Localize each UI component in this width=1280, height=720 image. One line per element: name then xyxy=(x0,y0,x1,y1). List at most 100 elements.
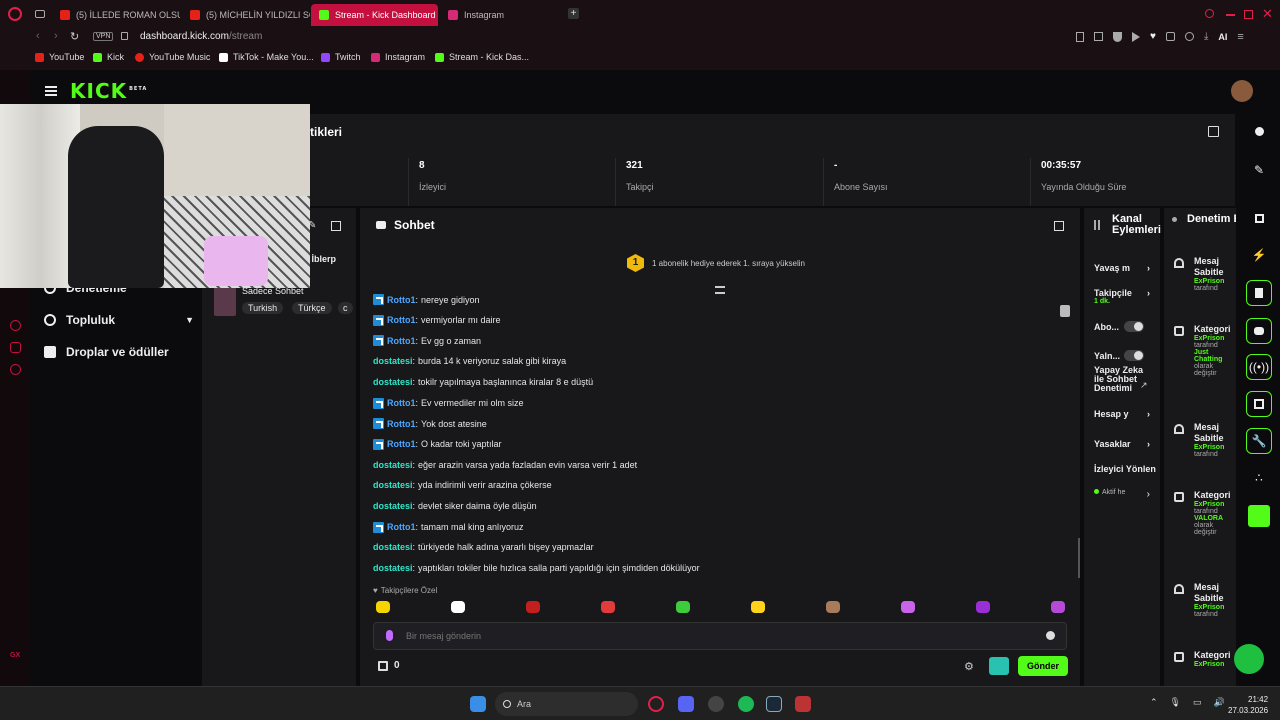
new-tab-button[interactable]: + xyxy=(568,8,579,19)
bookmark-kick[interactable]: Kick xyxy=(93,52,124,62)
document-icon[interactable] xyxy=(1246,280,1272,306)
chat-icon[interactable] xyxy=(1246,318,1272,344)
chat-username[interactable]: Rotto1 xyxy=(387,419,416,429)
ai-button[interactable]: AI xyxy=(1218,32,1227,42)
minimize-button[interactable] xyxy=(1226,14,1235,16)
slow-mode-item[interactable]: Yavaş m › xyxy=(1094,263,1150,273)
subscribers-only-toggle[interactable] xyxy=(1124,321,1144,332)
bookmark-kick-dashboard[interactable]: Stream - Kick Das... xyxy=(435,52,529,62)
pencil-icon[interactable]: ✎ xyxy=(1246,157,1272,183)
bans-item[interactable]: Yasaklar › xyxy=(1094,439,1150,449)
bookmark-youtube[interactable]: YouTube xyxy=(35,52,84,62)
url-field[interactable]: dashboard.kick.com/stream xyxy=(140,31,262,42)
emote-button[interactable] xyxy=(976,601,990,613)
avatar[interactable] xyxy=(1231,80,1253,102)
gear-icon[interactable]: ⚙ xyxy=(964,660,974,673)
opera-gx-taskbar-icon[interactable] xyxy=(648,696,664,712)
sidebar-app-icon[interactable] xyxy=(10,364,21,375)
screen-icon[interactable] xyxy=(1246,205,1272,231)
popout-icon[interactable] xyxy=(1054,221,1064,231)
emote-button[interactable] xyxy=(526,601,540,613)
support-button[interactable] xyxy=(1234,644,1264,674)
bookmark-twitch[interactable]: Twitch xyxy=(321,52,361,62)
stream-tag[interactable]: Turkish xyxy=(242,302,284,314)
tab-instagram[interactable]: Instagram xyxy=(440,4,568,26)
forward-icon[interactable]: › xyxy=(54,30,58,42)
external-link-icon[interactable]: ↗ xyxy=(1140,380,1148,391)
chat-username[interactable]: dostatesi xyxy=(373,480,413,490)
tab-manager-icon[interactable] xyxy=(35,10,45,18)
hamburger-menu-icon[interactable] xyxy=(45,86,57,96)
kick-bot-icon[interactable] xyxy=(989,657,1009,675)
steam-taskbar-icon[interactable] xyxy=(766,696,782,712)
popout-icon[interactable] xyxy=(1208,126,1219,137)
download-icon[interactable]: ⤓ xyxy=(1204,32,1208,42)
app-icon[interactable] xyxy=(1246,503,1272,529)
chat-username[interactable]: Rotto1 xyxy=(387,398,416,408)
info-icon[interactable] xyxy=(1246,118,1272,144)
share-icon[interactable]: ∴ xyxy=(1246,465,1272,491)
menu-icon[interactable]: ≡ xyxy=(1237,32,1243,43)
chat-username[interactable]: dostatesi xyxy=(373,501,413,511)
snapshot-icon[interactable] xyxy=(1094,32,1103,41)
nav-item-community[interactable]: Topluluk ▼ xyxy=(44,313,194,327)
chat-username[interactable]: dostatesi xyxy=(373,356,413,366)
emote-button[interactable] xyxy=(751,601,765,613)
kick-logo[interactable]: KICK BETA xyxy=(70,79,147,103)
chat-username[interactable]: dostatesi xyxy=(373,542,413,552)
chat-message-field[interactable] xyxy=(406,628,1006,644)
chat-username[interactable]: dostatesi xyxy=(373,563,413,573)
followers-only-item[interactable]: Takipçile › 1 dk. xyxy=(1094,288,1150,305)
emote-only-toggle[interactable] xyxy=(1124,350,1144,361)
clock[interactable]: 21:42 27.03.2026 xyxy=(1228,694,1268,716)
nav-item-drops[interactable]: Droplar ve ödüller xyxy=(44,345,169,359)
stream-tag[interactable]: Türkçe xyxy=(292,302,332,314)
emote-button[interactable] xyxy=(1051,601,1065,613)
chat-username[interactable]: Rotto1 xyxy=(387,336,416,346)
gift-leaderboard-banner[interactable]: 1 1 abonelik hediye ederek 1. sıraya yük… xyxy=(627,254,805,272)
lightning-icon[interactable]: ⚡ xyxy=(1246,242,1272,268)
expand-icon[interactable] xyxy=(715,286,725,294)
reload-icon[interactable]: ↻ xyxy=(70,30,79,43)
close-button[interactable]: ✕ xyxy=(1262,6,1273,22)
obs-taskbar-icon[interactable] xyxy=(708,696,724,712)
extensions-icon[interactable] xyxy=(1165,32,1175,41)
mic-icon[interactable] xyxy=(386,630,393,641)
drag-handle-icon[interactable] xyxy=(1094,220,1100,230)
channel-points[interactable]: 0 xyxy=(378,660,400,671)
drag-handle-icon[interactable] xyxy=(1172,217,1177,222)
chat-username[interactable]: Rotto1 xyxy=(387,315,416,325)
back-icon[interactable]: ‹ xyxy=(36,30,40,42)
discord-taskbar-icon[interactable] xyxy=(678,696,694,712)
emoji-icon[interactable] xyxy=(1046,631,1055,640)
spotify-taskbar-icon[interactable] xyxy=(738,696,754,712)
emote-button[interactable] xyxy=(676,601,690,613)
send-button[interactable]: Gönder xyxy=(1018,656,1068,676)
chat-username[interactable]: dostatesi xyxy=(373,460,413,470)
sidebar-app-icon[interactable] xyxy=(10,320,21,331)
emote-button[interactable] xyxy=(901,601,915,613)
emote-button[interactable] xyxy=(451,601,465,613)
bookmark-youtube-music[interactable]: YouTube Music xyxy=(135,52,210,62)
ai-moderation-item[interactable]: Yapay Zeka ile Sohbet Denetimi xyxy=(1094,366,1146,393)
tab-youtube-1[interactable]: (5) İLLEDE ROMAN OLSUN xyxy=(52,4,180,26)
viewer-redirect-item[interactable]: İzleyici Yönlen xyxy=(1094,464,1156,474)
chevron-up-icon[interactable]: ⌃ xyxy=(1150,697,1158,708)
microphone-icon[interactable]: 🎙 xyxy=(1170,697,1181,708)
profile-icon[interactable] xyxy=(1184,32,1194,41)
opera-logo-icon[interactable] xyxy=(8,7,22,21)
emote-button[interactable] xyxy=(601,601,615,613)
broadcast-icon[interactable]: ((•)) xyxy=(1246,354,1272,380)
popout-icon[interactable] xyxy=(331,221,341,231)
bookmark-instagram[interactable]: Instagram xyxy=(371,52,425,62)
heart-icon[interactable]: ♥ xyxy=(1150,32,1156,42)
pin-icon[interactable] xyxy=(1060,305,1070,317)
chat-input[interactable] xyxy=(373,622,1067,650)
layout-icon[interactable] xyxy=(1246,391,1272,417)
chat-username[interactable]: dostatesi xyxy=(373,377,413,387)
bookmark-tiktok[interactable]: TikTok - Make You... xyxy=(219,52,314,62)
app-taskbar-icon[interactable] xyxy=(795,696,811,712)
sidebar-app-icon[interactable] xyxy=(10,342,21,353)
play-icon[interactable] xyxy=(1132,32,1140,42)
wrench-icon[interactable]: 🔧 xyxy=(1246,428,1272,454)
